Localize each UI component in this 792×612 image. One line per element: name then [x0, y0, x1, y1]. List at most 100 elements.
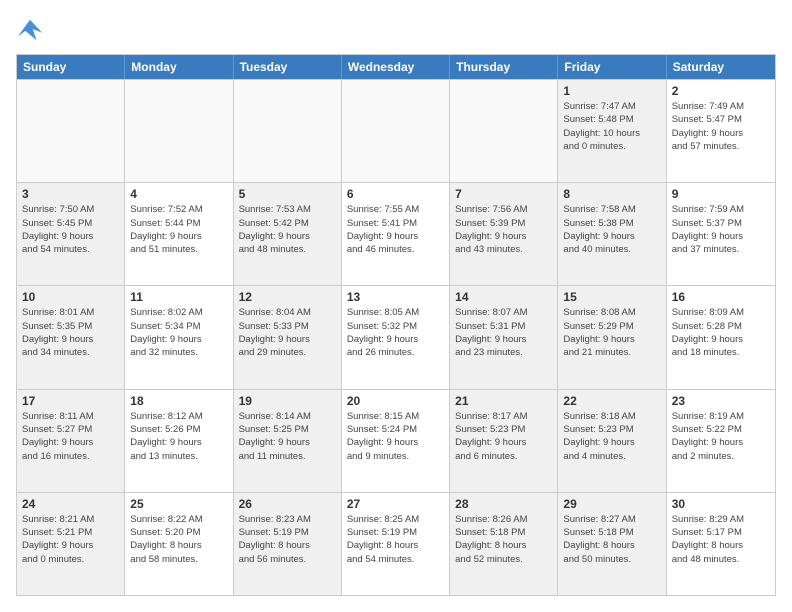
calendar-cell-0-5: 1 Sunrise: 7:47 AM Sunset: 5:48 PM Daylig… — [558, 80, 666, 182]
day-number: 20 — [347, 394, 444, 408]
calendar-cell-2-0: 10 Sunrise: 8:01 AM Sunset: 5:35 PM Dayli… — [17, 286, 125, 388]
day-info: Sunrise: 8:09 AM Sunset: 5:28 PM Dayligh… — [672, 306, 770, 359]
day-number: 8 — [563, 187, 660, 201]
day-info: Sunrise: 8:14 AM Sunset: 5:25 PM Dayligh… — [239, 410, 336, 463]
calendar-row-4: 24 Sunrise: 8:21 AM Sunset: 5:21 PM Dayli… — [17, 492, 775, 595]
calendar-cell-0-2 — [234, 80, 342, 182]
calendar: SundayMondayTuesdayWednesdayThursdayFrid… — [16, 54, 776, 596]
day-info: Sunrise: 8:29 AM Sunset: 5:17 PM Dayligh… — [672, 513, 770, 566]
day-info: Sunrise: 8:23 AM Sunset: 5:19 PM Dayligh… — [239, 513, 336, 566]
day-info: Sunrise: 8:12 AM Sunset: 5:26 PM Dayligh… — [130, 410, 227, 463]
calendar-cell-0-4 — [450, 80, 558, 182]
calendar-row-2: 10 Sunrise: 8:01 AM Sunset: 5:35 PM Dayli… — [17, 285, 775, 388]
header-day-sunday: Sunday — [17, 55, 125, 79]
calendar-cell-4-0: 24 Sunrise: 8:21 AM Sunset: 5:21 PM Dayli… — [17, 493, 125, 595]
header-day-monday: Monday — [125, 55, 233, 79]
day-number: 6 — [347, 187, 444, 201]
calendar-cell-1-5: 8 Sunrise: 7:58 AM Sunset: 5:38 PM Daylig… — [558, 183, 666, 285]
day-info: Sunrise: 7:55 AM Sunset: 5:41 PM Dayligh… — [347, 203, 444, 256]
day-number: 19 — [239, 394, 336, 408]
calendar-cell-2-2: 12 Sunrise: 8:04 AM Sunset: 5:33 PM Dayli… — [234, 286, 342, 388]
calendar-cell-4-5: 29 Sunrise: 8:27 AM Sunset: 5:18 PM Dayli… — [558, 493, 666, 595]
day-info: Sunrise: 8:26 AM Sunset: 5:18 PM Dayligh… — [455, 513, 552, 566]
day-number: 1 — [563, 84, 660, 98]
calendar-cell-0-1 — [125, 80, 233, 182]
day-number: 18 — [130, 394, 227, 408]
day-info: Sunrise: 7:59 AM Sunset: 5:37 PM Dayligh… — [672, 203, 770, 256]
day-number: 17 — [22, 394, 119, 408]
day-info: Sunrise: 8:21 AM Sunset: 5:21 PM Dayligh… — [22, 513, 119, 566]
header — [16, 16, 776, 44]
day-info: Sunrise: 8:25 AM Sunset: 5:19 PM Dayligh… — [347, 513, 444, 566]
day-info: Sunrise: 8:02 AM Sunset: 5:34 PM Dayligh… — [130, 306, 227, 359]
day-info: Sunrise: 7:49 AM Sunset: 5:47 PM Dayligh… — [672, 100, 770, 153]
day-info: Sunrise: 8:08 AM Sunset: 5:29 PM Dayligh… — [563, 306, 660, 359]
day-number: 29 — [563, 497, 660, 511]
header-day-thursday: Thursday — [450, 55, 558, 79]
day-number: 7 — [455, 187, 552, 201]
day-number: 28 — [455, 497, 552, 511]
day-number: 12 — [239, 290, 336, 304]
day-info: Sunrise: 7:47 AM Sunset: 5:48 PM Dayligh… — [563, 100, 660, 153]
day-info: Sunrise: 7:50 AM Sunset: 5:45 PM Dayligh… — [22, 203, 119, 256]
header-day-friday: Friday — [558, 55, 666, 79]
calendar-cell-2-5: 15 Sunrise: 8:08 AM Sunset: 5:29 PM Dayli… — [558, 286, 666, 388]
calendar-cell-3-6: 23 Sunrise: 8:19 AM Sunset: 5:22 PM Dayli… — [667, 390, 775, 492]
page: SundayMondayTuesdayWednesdayThursdayFrid… — [0, 0, 792, 612]
calendar-cell-4-6: 30 Sunrise: 8:29 AM Sunset: 5:17 PM Dayli… — [667, 493, 775, 595]
day-info: Sunrise: 8:18 AM Sunset: 5:23 PM Dayligh… — [563, 410, 660, 463]
logo-icon — [16, 16, 44, 44]
day-number: 22 — [563, 394, 660, 408]
calendar-cell-3-4: 21 Sunrise: 8:17 AM Sunset: 5:23 PM Dayli… — [450, 390, 558, 492]
day-number: 3 — [22, 187, 119, 201]
day-number: 27 — [347, 497, 444, 511]
day-number: 30 — [672, 497, 770, 511]
calendar-cell-0-6: 2 Sunrise: 7:49 AM Sunset: 5:47 PM Daylig… — [667, 80, 775, 182]
calendar-cell-0-0 — [17, 80, 125, 182]
day-number: 26 — [239, 497, 336, 511]
header-day-wednesday: Wednesday — [342, 55, 450, 79]
calendar-cell-2-6: 16 Sunrise: 8:09 AM Sunset: 5:28 PM Dayli… — [667, 286, 775, 388]
calendar-cell-3-0: 17 Sunrise: 8:11 AM Sunset: 5:27 PM Dayli… — [17, 390, 125, 492]
day-info: Sunrise: 8:17 AM Sunset: 5:23 PM Dayligh… — [455, 410, 552, 463]
day-info: Sunrise: 8:05 AM Sunset: 5:32 PM Dayligh… — [347, 306, 444, 359]
calendar-cell-1-2: 5Sunrise: 7:53 AM Sunset: 5:42 PM Daylig… — [234, 183, 342, 285]
calendar-row-3: 17 Sunrise: 8:11 AM Sunset: 5:27 PM Dayli… — [17, 389, 775, 492]
calendar-cell-3-2: 19 Sunrise: 8:14 AM Sunset: 5:25 PM Dayli… — [234, 390, 342, 492]
calendar-cell-4-2: 26 Sunrise: 8:23 AM Sunset: 5:19 PM Dayli… — [234, 493, 342, 595]
calendar-row-1: 3 Sunrise: 7:50 AM Sunset: 5:45 PM Daylig… — [17, 182, 775, 285]
day-info: Sunrise: 8:22 AM Sunset: 5:20 PM Dayligh… — [130, 513, 227, 566]
day-number: 16 — [672, 290, 770, 304]
day-number: 25 — [130, 497, 227, 511]
day-info: Sunrise: 8:19 AM Sunset: 5:22 PM Dayligh… — [672, 410, 770, 463]
calendar-cell-4-3: 27 Sunrise: 8:25 AM Sunset: 5:19 PM Dayli… — [342, 493, 450, 595]
calendar-cell-1-1: 4Sunrise: 7:52 AM Sunset: 5:44 PM Daylig… — [125, 183, 233, 285]
calendar-cell-1-4: 7Sunrise: 7:56 AM Sunset: 5:39 PM Daylig… — [450, 183, 558, 285]
day-info: Sunrise: 8:01 AM Sunset: 5:35 PM Dayligh… — [22, 306, 119, 359]
day-number: 11 — [130, 290, 227, 304]
calendar-cell-1-3: 6 Sunrise: 7:55 AM Sunset: 5:41 PM Daylig… — [342, 183, 450, 285]
calendar-cell-1-6: 9Sunrise: 7:59 AM Sunset: 5:37 PM Daylig… — [667, 183, 775, 285]
day-number: 24 — [22, 497, 119, 511]
day-info: Sunrise: 8:04 AM Sunset: 5:33 PM Dayligh… — [239, 306, 336, 359]
calendar-row-0: 1 Sunrise: 7:47 AM Sunset: 5:48 PM Daylig… — [17, 79, 775, 182]
calendar-cell-2-1: 11 Sunrise: 8:02 AM Sunset: 5:34 PM Dayli… — [125, 286, 233, 388]
day-info: Sunrise: 8:27 AM Sunset: 5:18 PM Dayligh… — [563, 513, 660, 566]
calendar-cell-0-3 — [342, 80, 450, 182]
day-info: Sunrise: 8:15 AM Sunset: 5:24 PM Dayligh… — [347, 410, 444, 463]
day-number: 23 — [672, 394, 770, 408]
header-day-saturday: Saturday — [667, 55, 775, 79]
day-info: Sunrise: 7:58 AM Sunset: 5:38 PM Dayligh… — [563, 203, 660, 256]
day-info: Sunrise: 8:07 AM Sunset: 5:31 PM Dayligh… — [455, 306, 552, 359]
calendar-cell-3-1: 18 Sunrise: 8:12 AM Sunset: 5:26 PM Dayli… — [125, 390, 233, 492]
calendar-cell-1-0: 3 Sunrise: 7:50 AM Sunset: 5:45 PM Daylig… — [17, 183, 125, 285]
day-info: Sunrise: 7:53 AM Sunset: 5:42 PM Dayligh… — [239, 203, 336, 256]
day-number: 14 — [455, 290, 552, 304]
header-day-tuesday: Tuesday — [234, 55, 342, 79]
day-number: 15 — [563, 290, 660, 304]
day-number: 10 — [22, 290, 119, 304]
day-info: Sunrise: 8:11 AM Sunset: 5:27 PM Dayligh… — [22, 410, 119, 463]
day-number: 2 — [672, 84, 770, 98]
day-number: 21 — [455, 394, 552, 408]
day-info: Sunrise: 7:52 AM Sunset: 5:44 PM Dayligh… — [130, 203, 227, 256]
